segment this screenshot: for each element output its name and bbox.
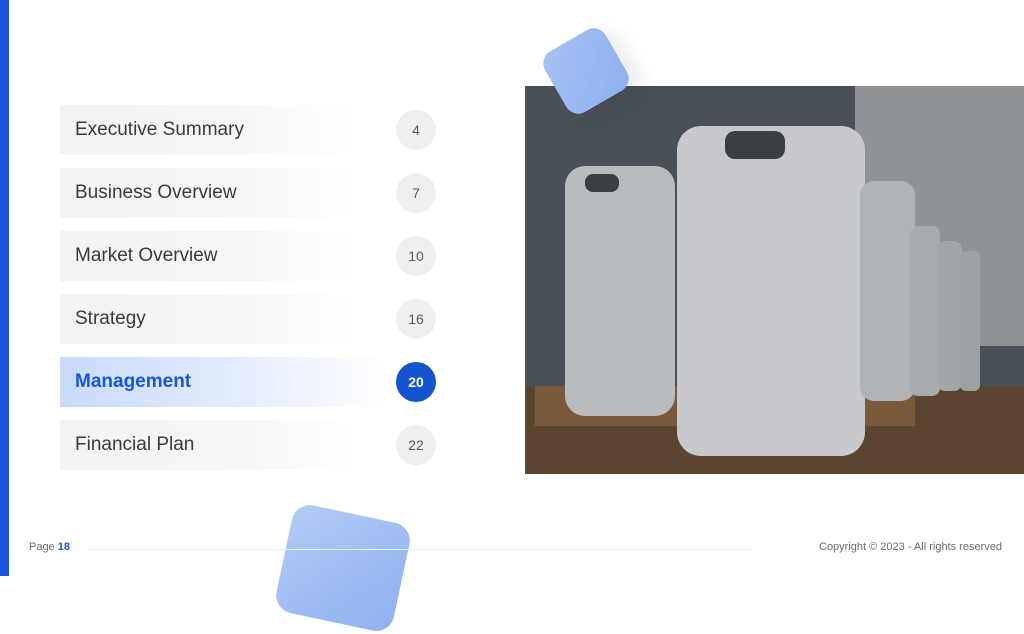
toc-item-financial-plan[interactable]: Financial Plan 22 <box>60 420 436 470</box>
toc-page-badge: 16 <box>396 299 436 339</box>
decorative-square-bottom <box>272 501 414 634</box>
toc-page-badge: 10 <box>396 236 436 276</box>
toc-item-label: Management <box>75 371 192 392</box>
brewery-kegs-photo <box>525 86 1024 474</box>
page-number: Page 18 <box>29 541 71 553</box>
page-number-value: 18 <box>57 541 71 553</box>
toc-item-label: Market Overview <box>75 245 218 266</box>
kegs-illustration <box>525 86 1024 474</box>
toc-item-label: Executive Summary <box>75 119 244 140</box>
toc-page-badge: 22 <box>396 425 436 465</box>
toc-item-strategy[interactable]: Strategy 16 <box>60 294 436 344</box>
toc-page-badge: 4 <box>396 110 436 150</box>
accent-bar <box>0 0 9 576</box>
toc-page-badge: 20 <box>396 362 436 402</box>
toc-item-label: Strategy <box>75 308 146 329</box>
footer-divider <box>88 549 752 550</box>
toc-item-label: Financial Plan <box>75 434 195 455</box>
toc-item-market-overview[interactable]: Market Overview 10 <box>60 231 436 281</box>
toc-page-badge: 7 <box>396 173 436 213</box>
toc-item-label: Business Overview <box>75 182 237 203</box>
copyright-text: Copyright © 2023 - All rights reserved <box>819 541 1002 553</box>
toc-item-management[interactable]: Management 20 <box>60 357 436 407</box>
toc-item-executive-summary[interactable]: Executive Summary 4 <box>60 105 436 155</box>
toc-item-business-overview[interactable]: Business Overview 7 <box>60 168 436 218</box>
